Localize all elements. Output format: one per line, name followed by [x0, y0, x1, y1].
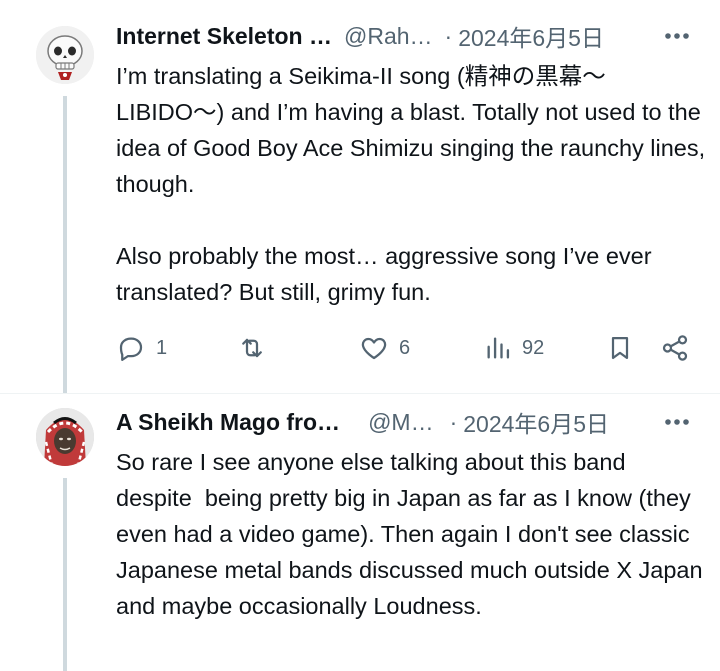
tweet-text: So rare I see anyone else talking about …	[116, 449, 710, 619]
author-handle[interactable]: @Rah…	[344, 23, 433, 50]
bookmark-button[interactable]	[606, 330, 634, 366]
tweet-header: A Sheikh Mago fro… @M… · 2024年6月5日	[116, 406, 690, 438]
retweet-arrows-icon	[236, 333, 268, 363]
avatar-sheikh[interactable]	[36, 408, 94, 466]
author-name[interactable]: A Sheikh Mago fro…	[116, 409, 340, 436]
reply-button[interactable]: 1	[116, 330, 167, 366]
views-button[interactable]: 92	[484, 330, 544, 366]
action-bar: 1 6 92	[116, 330, 696, 366]
tweet-text: I’m translating a Seikima-II song (精神の黒幕…	[116, 63, 706, 305]
skeleton-avatar-image	[36, 26, 94, 84]
bookmark-icon	[606, 333, 634, 363]
like-button[interactable]: 6	[359, 330, 410, 366]
author-handle[interactable]: @M…	[368, 409, 434, 436]
share-icon	[660, 333, 690, 363]
tweet-header: Internet Skeleton … @Rah… · 2024年6月5日	[116, 20, 690, 52]
avatar-skeleton[interactable]	[36, 26, 94, 84]
thread-line	[63, 478, 67, 671]
sheikh-avatar-image	[36, 408, 94, 466]
retweet-button[interactable]	[236, 330, 278, 366]
more-dots-icon[interactable]	[664, 20, 690, 52]
tweet-1[interactable]: Internet Skeleton … @Rah… · 2024年6月5日 I’…	[0, 0, 720, 394]
views-count: 92	[522, 336, 545, 359]
reply-count: 1	[156, 336, 168, 359]
header-separator: ·	[449, 408, 458, 435]
header-separator: ·	[444, 22, 453, 49]
tweet-date[interactable]: 2024年6月5日	[463, 405, 609, 439]
tweet-2[interactable]: A Sheikh Mago fro… @M… · 2024年6月5日 So ra…	[0, 394, 720, 671]
author-name[interactable]: Internet Skeleton …	[116, 23, 332, 50]
tweet-date[interactable]: 2024年6月5日	[458, 19, 604, 53]
more-dots-icon[interactable]	[664, 406, 690, 438]
speech-bubble-icon	[116, 333, 146, 363]
bar-chart-icon	[484, 333, 512, 363]
thread-line	[63, 96, 67, 394]
heart-icon	[359, 333, 389, 363]
share-button[interactable]	[660, 330, 690, 366]
like-count: 6	[399, 336, 411, 359]
